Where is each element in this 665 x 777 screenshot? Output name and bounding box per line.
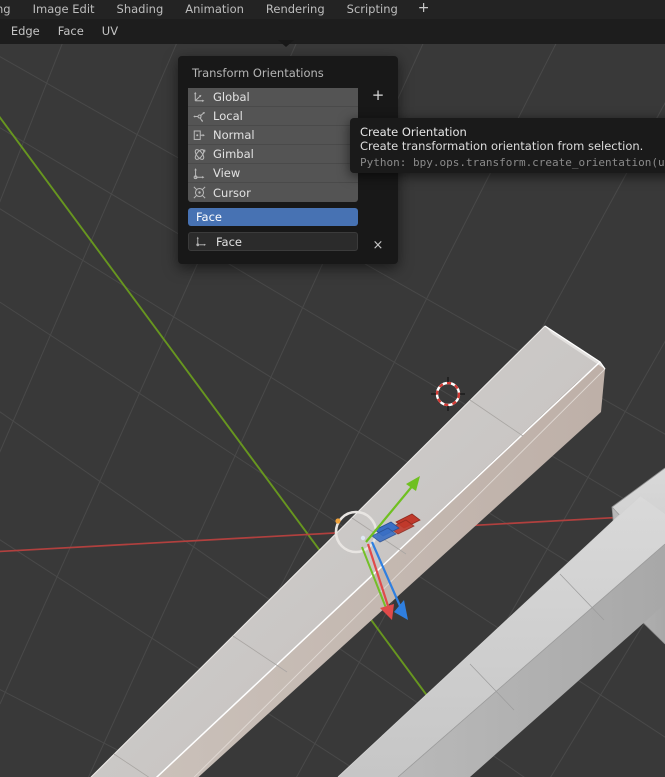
orientation-view-icon	[193, 167, 205, 179]
custom-orientation-name: Face	[216, 234, 243, 249]
orientation-item-normal[interactable]: Normal	[188, 126, 358, 145]
orientation-global-icon	[194, 91, 205, 102]
orientation-local-icon	[193, 111, 205, 122]
popup-pointer	[278, 40, 294, 47]
tooltip-python-expression: Python: bpy.ops.transform.create_orienta…	[360, 156, 665, 169]
orientation-item-label: Cursor	[213, 185, 251, 200]
orientation-item-label: Gimbal	[213, 147, 254, 161]
orientation-item-cursor[interactable]: Cursor	[188, 183, 358, 202]
orientation-gimbal-icon	[194, 148, 206, 160]
popup-title: Transform Orientations	[192, 66, 324, 80]
menu-face[interactable]: Face	[49, 19, 93, 44]
delete-orientation-button[interactable]: ×	[370, 237, 386, 255]
viewport-header: x Edge Face UV	[0, 19, 665, 44]
orientation-custom-icon	[196, 236, 206, 247]
orientation-item-label: Global	[213, 90, 250, 104]
orientation-item-label: Normal	[213, 128, 255, 142]
orientation-item-view[interactable]: View	[188, 164, 358, 183]
add-workspace-button[interactable]: +	[409, 0, 439, 19]
orientation-item-label: View	[213, 166, 241, 180]
tab-compositing-clipped[interactable]: ng	[0, 0, 22, 19]
top-tab-bar: ng Image Edit Shading Animation Renderin…	[0, 0, 665, 19]
menu-uv[interactable]: UV	[93, 19, 127, 44]
tooltip-description: Create transformation orientation from s…	[360, 139, 644, 153]
custom-orientation-selected-label: Face	[196, 210, 223, 224]
orientation-item-gimbal[interactable]: Gimbal	[188, 145, 358, 164]
tab-animation[interactable]: Animation	[174, 0, 255, 19]
custom-orientation-name-field[interactable]: Face	[188, 232, 358, 251]
gizmo-origin-dot	[335, 518, 341, 524]
tooltip: Create Orientation Create transformation…	[350, 118, 665, 173]
orientation-normal-icon	[193, 129, 205, 140]
custom-orientation-selected[interactable]: Face	[188, 208, 358, 226]
orientation-cursor-icon	[193, 186, 206, 199]
tab-rendering[interactable]: Rendering	[255, 0, 336, 19]
add-orientation-button[interactable]: +	[370, 86, 386, 104]
tab-image-edit[interactable]: Image Edit	[22, 0, 106, 19]
menu-edge[interactable]: Edge	[2, 19, 49, 44]
orientation-item-label: Local	[213, 109, 243, 123]
orientation-item-local[interactable]: Local	[188, 107, 358, 126]
tab-shading[interactable]: Shading	[106, 0, 175, 19]
tooltip-title: Create Orientation	[360, 125, 467, 139]
orientation-item-global[interactable]: Global	[188, 88, 358, 107]
tab-scripting[interactable]: Scripting	[336, 0, 409, 19]
